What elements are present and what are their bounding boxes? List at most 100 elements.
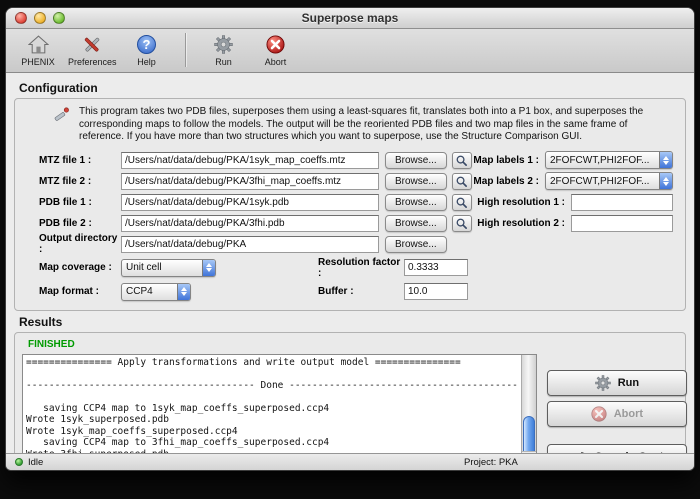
high-resolution-1-input[interactable] [571,194,673,211]
pdb-file-2-row: PDB file 2 : Browse... High resolution 2… [23,213,677,234]
run-button[interactable]: Run [547,370,687,396]
console-output[interactable]: =============== Apply transformations an… [23,355,521,454]
map-coverage-select[interactable]: Unit cell [121,259,216,277]
phenix-home-icon [28,34,49,56]
output-directory-input[interactable] [121,236,379,253]
results-body: =============== Apply transformations an… [22,354,678,454]
map-labels-1-select[interactable]: 2FOFCWT,PHI2FOF... [545,151,673,169]
toolbar-preferences-label: Preferences [68,57,117,67]
high-resolution-2-input[interactable] [571,215,673,232]
map-format-label: Map format : [39,286,121,297]
console-scrollbar[interactable] [521,355,536,454]
toolbar-preferences-button[interactable]: Preferences [68,34,117,67]
map-format-value: CCP4 [122,286,177,297]
status-bar: Idle Project: PKA [6,453,694,470]
toolbar-run-label: Run [215,57,232,67]
mtz-file-1-inspect-button[interactable] [452,152,472,169]
map-labels-2-label: Map labels 2 : [473,176,539,187]
mtz-file-2-input[interactable] [121,173,379,190]
map-labels-1-label: Map labels 1 : [473,155,539,166]
status-led-icon [15,458,23,466]
map-labels-2-value: 2FOFCWT,PHI2FOF... [546,176,659,187]
main-content: Configuration This program takes two PDB… [6,73,694,453]
map-format-select[interactable]: CCP4 [121,283,191,301]
results-section-title: Results [19,315,694,329]
abort-button-label: Abort [614,408,643,420]
abort-icon [266,34,285,56]
pdb-file-2-input[interactable] [121,215,379,232]
description-text: This program takes two PDB files, superp… [79,106,673,144]
close-button[interactable] [15,12,27,24]
minimize-button[interactable] [34,12,46,24]
finished-status: FINISHED [28,339,678,350]
abort-icon [591,406,607,422]
pdb-file-1-browse-button[interactable]: Browse... [385,194,447,211]
toolbar-abort-label: Abort [265,57,287,67]
buffer-input[interactable] [404,283,468,300]
window-title: Superpose maps [6,11,694,25]
output-directory-row: Output directory : Browse... [23,234,677,255]
pdb-file-1-row: PDB file 1 : Browse... High resolution 1… [23,192,677,213]
action-buttons: Run Abort [547,354,689,454]
configuration-panel: This program takes two PDB files, superp… [14,98,686,311]
status-text: Idle [28,457,43,468]
desktop-background: Superpose maps PHENIX Preferences [0,0,700,499]
pdb-file-1-input[interactable] [121,194,379,211]
map-format-row: Map format : CCP4 Buffer : [23,281,677,303]
toolbar-help-button[interactable]: ? Help [125,34,169,67]
map-labels-1-value: 2FOFCWT,PHI2FOF... [546,155,659,166]
output-directory-label: Output directory : [39,233,121,255]
map-coverage-value: Unit cell [122,262,202,273]
project-label: Project: PKA [464,457,518,468]
help-question-icon: ? [137,34,156,56]
open-in-coot-button[interactable]: Open in Coot [547,444,687,454]
stepper-arrows-icon [659,173,672,189]
high-resolution-2-label: High resolution 2 : [477,218,565,229]
zoom-button[interactable] [53,12,65,24]
pdb-file-1-inspect-button[interactable] [452,194,472,211]
mtz-file-1-row: MTZ file 1 : Browse... Map labels 1 : 2F… [23,150,677,171]
mtz-file-1-label: MTZ file 1 : [39,155,121,166]
console: =============== Apply transformations an… [22,354,537,454]
stepper-arrows-icon [202,260,215,276]
titlebar[interactable]: Superpose maps [6,8,694,29]
results-panel: FINISHED =============== Apply transform… [14,332,686,454]
toolbar-separator [185,33,186,67]
pdb-file-2-inspect-button[interactable] [452,215,472,232]
toolbar: PHENIX Preferences ? Help [6,29,694,73]
high-resolution-1-label: High resolution 1 : [477,197,565,208]
map-coverage-label: Map coverage : [39,262,121,273]
stepper-arrows-icon [659,152,672,168]
output-directory-browse-button[interactable]: Browse... [385,236,447,253]
mtz-file-2-browse-button[interactable]: Browse... [385,173,447,190]
actions-divider [547,432,689,439]
hint-icon [53,106,70,128]
abort-button[interactable]: Abort [547,401,687,427]
mtz-file-2-inspect-button[interactable] [452,173,472,190]
map-coverage-row: Map coverage : Unit cell Resolution fact… [23,257,677,279]
mtz-file-1-input[interactable] [121,152,379,169]
mtz-file-1-browse-button[interactable]: Browse... [385,152,447,169]
toolbar-run-button[interactable]: Run [202,34,246,67]
resolution-factor-input[interactable] [404,259,468,276]
scrollbar-thumb[interactable] [523,416,535,453]
app-window: Superpose maps PHENIX Preferences [5,7,695,471]
mtz-file-2-row: MTZ file 2 : Browse... Map labels 2 : 2F… [23,171,677,192]
pdb-file-2-browse-button[interactable]: Browse... [385,215,447,232]
stepper-arrows-icon [177,284,190,300]
resolution-factor-label: Resolution factor : [318,257,404,279]
map-labels-2-select[interactable]: 2FOFCWT,PHI2FOF... [545,172,673,190]
configuration-section-title: Configuration [19,81,694,95]
traffic-lights [15,12,65,24]
gear-icon [595,375,611,391]
toolbar-phenix-button[interactable]: PHENIX [16,34,60,67]
run-gear-icon [214,34,233,56]
toolbar-phenix-label: PHENIX [21,57,55,67]
preferences-tools-icon [82,34,102,56]
toolbar-help-label: Help [137,57,156,67]
pdb-file-1-label: PDB file 1 : [39,197,121,208]
mtz-file-2-label: MTZ file 2 : [39,176,121,187]
pdb-file-2-label: PDB file 2 : [39,218,121,229]
description-row: This program takes two PDB files, superp… [23,104,677,150]
toolbar-abort-button[interactable]: Abort [254,34,298,67]
